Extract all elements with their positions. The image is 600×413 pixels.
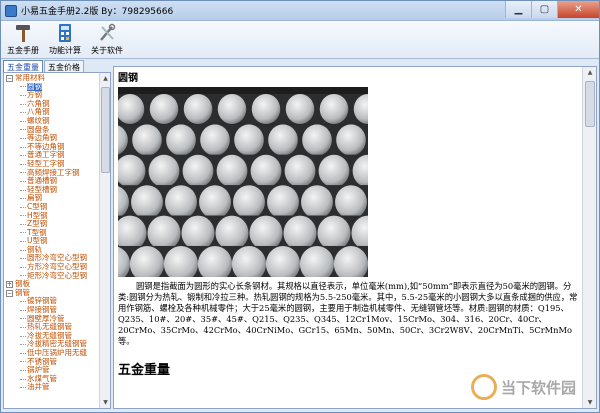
minimize-icon: ▁ — [514, 4, 523, 15]
content-scrollbar[interactable]: ▲ ▼ — [582, 67, 596, 408]
tab-hardware-weight[interactable]: 五金重量 — [3, 60, 43, 72]
steel-bar-end — [283, 215, 317, 251]
tree-item[interactable]: U型钢 — [6, 237, 98, 246]
steel-bar-end — [148, 154, 180, 188]
tree-item-label: 油井管 — [27, 382, 50, 392]
tab-hardware-price[interactable]: 五金价格 — [44, 60, 84, 72]
hardware-manual-button[interactable]: 五金手册 — [5, 22, 41, 56]
steel-bar-end — [149, 94, 179, 124]
section-title: 圆钢 — [118, 73, 138, 84]
expand-icon[interactable]: + — [6, 281, 13, 289]
close-icon: ✕ — [574, 4, 583, 15]
watermark-logo-icon — [470, 374, 497, 400]
tree-item[interactable]: 油井管 — [6, 383, 98, 392]
tab-strip: 五金重量 五金价格 — [3, 60, 113, 72]
steel-bar-end — [317, 215, 351, 251]
tree-item[interactable]: 螺纹钢 — [6, 116, 98, 126]
steel-bar-end — [251, 94, 281, 124]
hammer-icon — [12, 22, 34, 44]
tree-item[interactable]: 八角钢 — [6, 108, 98, 117]
tree-item[interactable]: 轻型槽钢 — [6, 185, 98, 195]
category-tree: − 常用材料 圆钢 方钢 六角钢 八角钢 螺纹钢 圆盘条 等边角钢 不等边角钢 普通工字钢 轻型工字钢… — [6, 74, 98, 408]
tree-scroll-thumb[interactable] — [101, 87, 110, 173]
steel-bar-end — [147, 215, 181, 251]
window-title: 小易五金手册2.2版 By：798295666 — [21, 7, 174, 17]
tree-item[interactable]: Z型钢 — [6, 219, 98, 229]
content-panel: 圆钢 圆钢是指截面为圆形的实心长条钢材。其规格以直径表示，单位毫米(mm),如“… — [113, 66, 597, 409]
app-window: 小易五金手册2.2版 By：798295666 ▁ ▢ ✕ 五金手册 功能计算 … — [0, 0, 600, 413]
steel-bar-end — [335, 185, 367, 219]
tools-icon — [96, 22, 118, 44]
round-steel-photo — [118, 87, 368, 277]
steel-bar-end — [217, 94, 247, 124]
tree-scrollbar[interactable]: ▲ ▼ — [99, 73, 110, 408]
maximize-icon: ▢ — [539, 4, 550, 15]
steel-bar-end — [216, 154, 248, 188]
steel-bar-end — [200, 124, 230, 156]
minimize-button[interactable]: ▁ — [505, 1, 531, 18]
tree-item[interactable]: 六角钢 — [6, 99, 98, 109]
watermark: 当下软件园 — [470, 374, 576, 400]
scroll-down-icon[interactable]: ▼ — [583, 397, 596, 408]
about-button[interactable]: 关于软件 — [89, 22, 125, 56]
scroll-up-icon[interactable]: ▲ — [583, 67, 596, 78]
tree-group[interactable]: − 常用材料 — [6, 74, 98, 83]
tree-item[interactable]: C型钢 — [6, 202, 98, 212]
steel-bar-end — [336, 124, 366, 156]
collapse-icon[interactable]: − — [6, 289, 13, 297]
steel-bar-end — [268, 124, 298, 156]
toolbar: 五金手册 功能计算 关于软件 — [1, 21, 599, 59]
steel-bar-end — [285, 94, 315, 124]
scroll-down-icon[interactable]: ▼ — [100, 397, 110, 408]
steel-bar-end — [249, 215, 283, 251]
calculator-button[interactable]: 功能计算 — [47, 22, 83, 56]
main-area: 五金重量 五金价格 − 常用材料 圆钢 方钢 六角钢 八角钢 螺纹钢 圆盘条 等边角钢 不等边角钢… — [3, 60, 597, 409]
tree-item[interactable]: 水煤气管 — [6, 374, 98, 384]
steel-bar-end — [181, 215, 215, 251]
steel-bar-end — [234, 124, 264, 156]
calculator-icon — [54, 22, 76, 44]
steel-bar-end — [284, 154, 316, 188]
content-area: 圆钢 圆钢是指截面为圆形的实心长条钢材。其规格以直径表示，单位毫米(mm),如“… — [118, 69, 580, 408]
maximize-button[interactable]: ▢ — [531, 1, 557, 18]
steel-bar-end — [131, 185, 163, 219]
toolbar-label: 五金手册 — [7, 46, 39, 55]
collapse-icon[interactable]: − — [6, 74, 13, 82]
title-bar: 小易五金手册2.2版 By：798295666 ▁ ▢ ✕ — [1, 1, 599, 21]
description-paragraph: 圆钢是指截面为圆形的实心长条钢材。其规格以直径表示，单位毫米(mm),如“50m… — [118, 281, 578, 346]
window-controls: ▁ ▢ ✕ — [505, 1, 599, 19]
app-icon — [5, 4, 17, 17]
steel-bar-end — [267, 185, 299, 219]
steel-bar-end — [250, 154, 282, 188]
toolbar-label: 功能计算 — [49, 46, 81, 55]
steel-bar-end — [318, 154, 350, 188]
steel-bar-end — [182, 154, 214, 188]
steel-bar-end — [301, 185, 333, 219]
tree-item[interactable]: T型钢 — [6, 228, 98, 238]
steel-bar-end — [302, 124, 332, 156]
tree-item[interactable]: 圆钢 — [6, 82, 98, 92]
tree-item[interactable]: 不锈钢管 — [6, 357, 98, 367]
tree-item[interactable]: 方钢 — [6, 91, 98, 100]
steel-bar-end — [215, 215, 249, 251]
steel-bar-end — [199, 185, 231, 219]
steel-bar-end — [165, 185, 197, 219]
steel-bar-end — [132, 124, 162, 156]
tree-item[interactable]: 扁钢 — [6, 194, 98, 203]
watermark-text: 当下软件园 — [500, 378, 576, 397]
steel-bar-end — [319, 94, 349, 124]
steel-bar-end — [166, 124, 196, 156]
steel-bar-end — [183, 94, 213, 124]
steel-bar-end — [233, 185, 265, 219]
content-scroll-thumb[interactable] — [585, 81, 595, 127]
category-tree-panel: − 常用材料 圆钢 方钢 六角钢 八角钢 螺纹钢 圆盘条 等边角钢 不等边角钢 普通工字钢 轻型工字钢… — [3, 72, 111, 409]
close-button[interactable]: ✕ — [557, 1, 599, 18]
scroll-up-icon[interactable]: ▲ — [100, 73, 110, 84]
tree-item[interactable]: H型钢 — [6, 211, 98, 221]
tree-item-label: 矩形冷弯空心型钢 — [27, 270, 87, 280]
toolbar-label: 关于软件 — [91, 46, 123, 55]
